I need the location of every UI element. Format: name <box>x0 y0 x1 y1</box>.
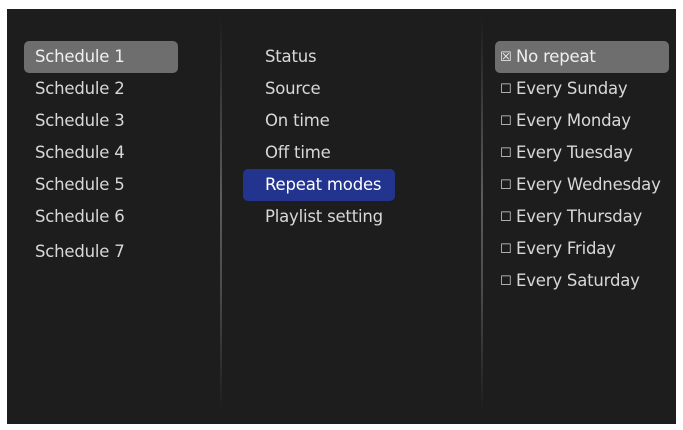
schedule-item-5[interactable]: Schedule 5 <box>24 169 178 201</box>
schedule-item-2[interactable]: Schedule 2 <box>24 73 178 105</box>
schedule-item-1[interactable]: Schedule 1 <box>24 41 178 73</box>
repeat-option-monday[interactable]: ☐ Every Monday <box>495 105 669 137</box>
setting-on-time[interactable]: On time <box>243 105 395 137</box>
repeat-option-label: Every Friday <box>516 239 616 258</box>
schedule-item-6[interactable]: Schedule 6 <box>24 201 178 233</box>
setting-playlist[interactable]: Playlist setting <box>243 201 395 233</box>
setting-repeat-modes[interactable]: Repeat modes <box>243 169 395 201</box>
setting-source[interactable]: Source <box>243 73 395 105</box>
osd-menu-screen: Schedule 1 Schedule 2 Schedule 3 Schedul… <box>7 9 676 424</box>
setting-status[interactable]: Status <box>243 41 395 73</box>
repeat-mode-list: ☒ No repeat ☐ Every Sunday ☐ Every Monday ☐… <box>495 41 669 297</box>
repeat-option-label: Every Saturday <box>516 271 640 290</box>
checkbox-icon: ☐ <box>500 82 512 97</box>
repeat-option-label: Every Thursday <box>516 207 643 226</box>
schedule-item-7[interactable]: Schedule 7 <box>24 236 178 268</box>
repeat-option-wednesday[interactable]: ☐ Every Wednesday <box>495 169 669 201</box>
checkbox-icon: ☐ <box>500 242 512 257</box>
column-divider-left <box>220 17 222 412</box>
repeat-option-tuesday[interactable]: ☐ Every Tuesday <box>495 137 669 169</box>
repeat-option-label: Every Monday <box>516 111 631 130</box>
schedule-item-3[interactable]: Schedule 3 <box>24 105 178 137</box>
checkbox-icon: ☐ <box>500 114 512 129</box>
setting-off-time[interactable]: Off time <box>243 137 395 169</box>
repeat-option-label: No repeat <box>516 47 596 66</box>
schedule-item-4[interactable]: Schedule 4 <box>24 137 178 169</box>
repeat-option-friday[interactable]: ☐ Every Friday <box>495 233 669 265</box>
repeat-option-saturday[interactable]: ☐ Every Saturday <box>495 265 669 297</box>
column-divider-right <box>481 17 483 412</box>
checkbox-icon: ☐ <box>500 210 512 225</box>
repeat-option-label: Every Tuesday <box>516 143 633 162</box>
checkbox-icon: ☐ <box>500 178 512 193</box>
repeat-option-label: Every Sunday <box>516 79 628 98</box>
repeat-option-thursday[interactable]: ☐ Every Thursday <box>495 201 669 233</box>
repeat-option-no-repeat[interactable]: ☒ No repeat <box>495 41 669 73</box>
checkbox-icon: ☐ <box>500 274 512 289</box>
schedule-list: Schedule 1 Schedule 2 Schedule 3 Schedul… <box>24 41 178 268</box>
repeat-option-label: Every Wednesday <box>516 175 661 194</box>
checked-box-icon: ☒ <box>500 50 512 65</box>
repeat-option-sunday[interactable]: ☐ Every Sunday <box>495 73 669 105</box>
checkbox-icon: ☐ <box>500 146 512 161</box>
schedule-settings-list: Status Source On time Off time Repeat mo… <box>243 41 395 233</box>
